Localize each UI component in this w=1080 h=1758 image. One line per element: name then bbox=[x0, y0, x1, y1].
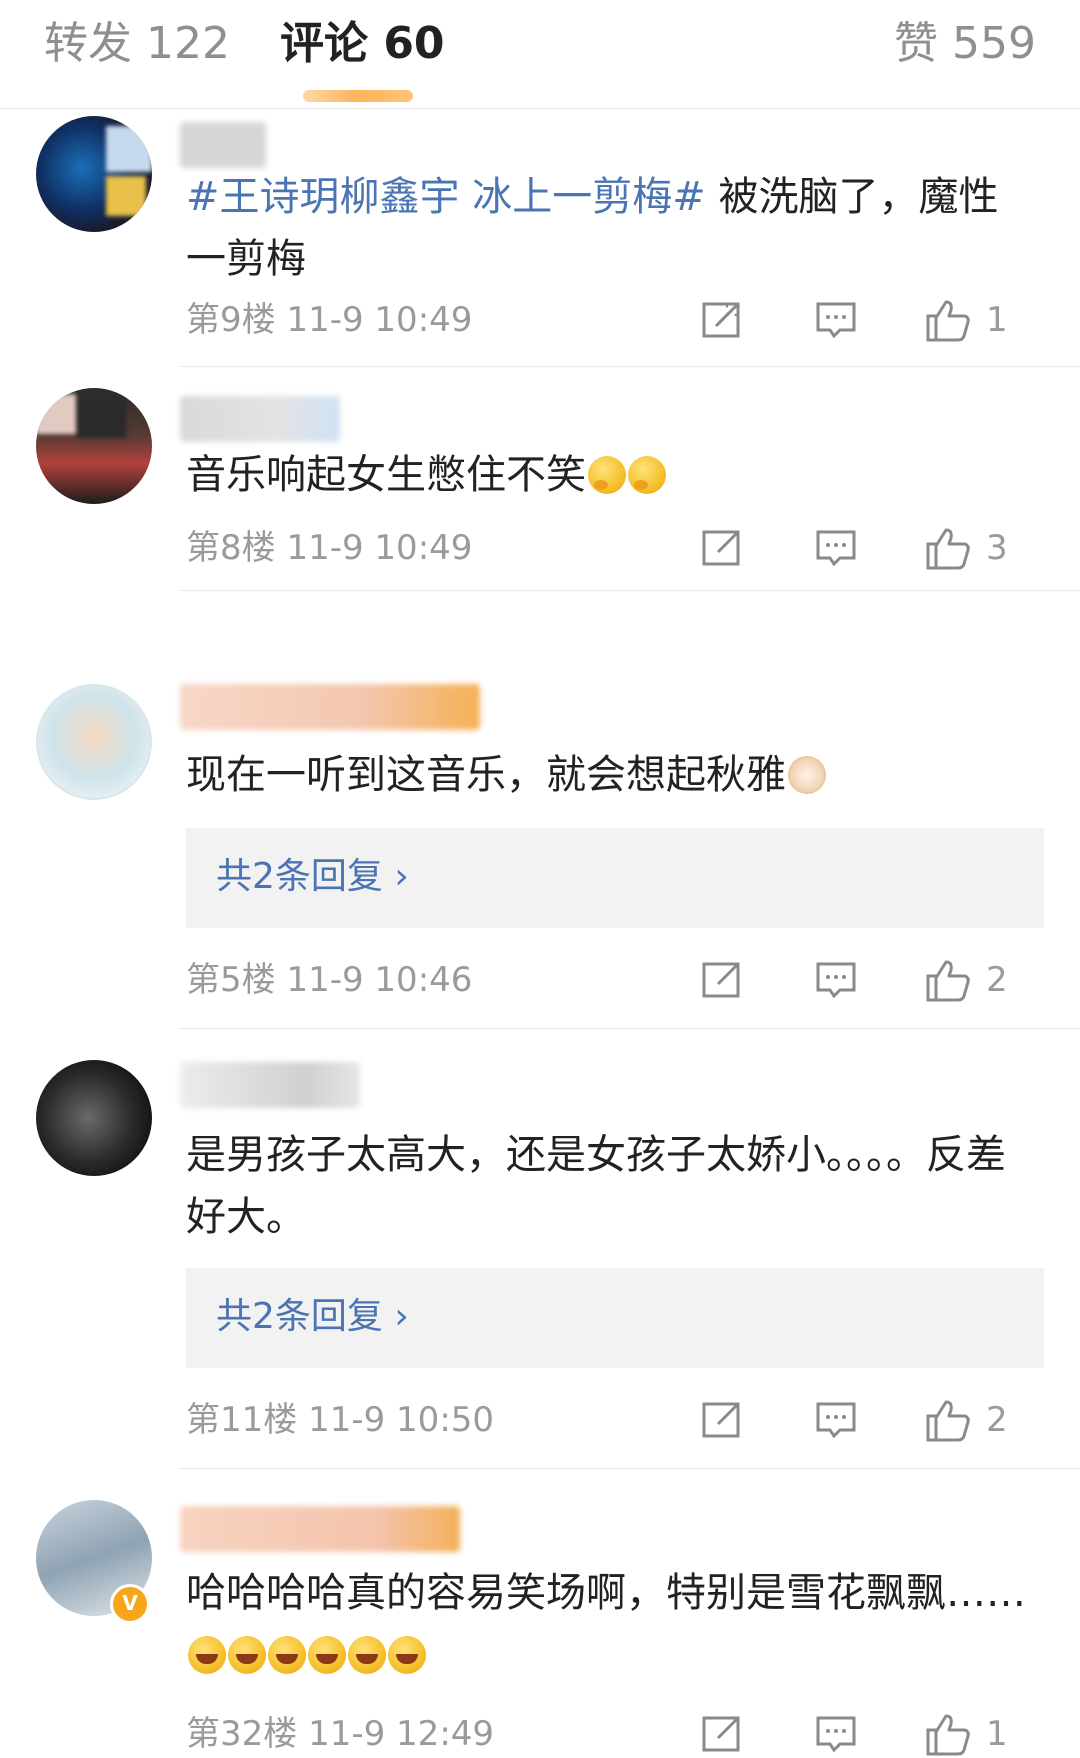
share-icon[interactable] bbox=[700, 296, 744, 344]
like-count: 2 bbox=[986, 960, 1008, 1000]
divider bbox=[178, 590, 1080, 591]
divider bbox=[178, 1468, 1080, 1469]
comment-icon[interactable] bbox=[814, 296, 858, 344]
cat-emoji-icon bbox=[788, 756, 826, 794]
comment-actions: 2 bbox=[700, 1396, 1040, 1444]
comment-time: 11-9 10:49 bbox=[286, 300, 473, 340]
username-blurred[interactable] bbox=[180, 396, 340, 442]
divider bbox=[178, 1028, 1080, 1029]
share-icon[interactable] bbox=[700, 1396, 744, 1444]
username-blurred[interactable] bbox=[180, 122, 266, 168]
avatar[interactable] bbox=[36, 388, 152, 504]
username-blurred[interactable] bbox=[180, 1506, 460, 1552]
comment-meta: 第9楼 11-9 10:49 bbox=[186, 298, 472, 342]
comment-time: 11-9 10:50 bbox=[308, 1400, 495, 1440]
topic-link[interactable]: #王诗玥柳鑫宇 冰上一剪梅# bbox=[186, 174, 706, 220]
comment-time: 11-9 10:49 bbox=[286, 528, 473, 568]
username-blurred[interactable] bbox=[180, 1062, 360, 1108]
view-replies-label: 共2条回复 › bbox=[216, 1296, 409, 1337]
comment-actions: 1 bbox=[700, 296, 1040, 344]
comment-icon[interactable] bbox=[814, 1710, 858, 1758]
share-icon[interactable] bbox=[700, 524, 744, 572]
floor-number: 第32楼 bbox=[186, 1714, 298, 1754]
floor-number: 第5楼 bbox=[186, 960, 276, 1000]
laughing-emoji-icon bbox=[188, 1636, 226, 1674]
tab-repost[interactable]: 转发 122 bbox=[44, 16, 230, 72]
laughing-emoji-icon bbox=[348, 1636, 386, 1674]
view-replies-label: 共2条回复 › bbox=[216, 856, 409, 897]
comment-meta: 第5楼 11-9 10:46 bbox=[186, 958, 472, 1002]
like-count: 2 bbox=[986, 1400, 1008, 1440]
avatar[interactable] bbox=[36, 1060, 152, 1176]
comment-icon[interactable] bbox=[814, 1396, 858, 1444]
verified-badge-icon: V bbox=[110, 1584, 150, 1624]
comment-time: 11-9 10:46 bbox=[286, 960, 473, 1000]
comment-tabs: 转发 122 评论 60 赞 559 bbox=[0, 0, 1080, 109]
laughing-emoji-icon bbox=[268, 1636, 306, 1674]
comment-item: 是男孩子太高大，还是女孩子太娇小。。。。反差好大。 共2条回复 › 第11楼 1… bbox=[0, 1030, 1080, 1470]
comment-item: 现在一听到这音乐，就会想起秋雅 共2条回复 › 第5楼 11-9 10:46 2 bbox=[0, 592, 1080, 1030]
comment-text: 现在一听到这音乐，就会想起秋雅 bbox=[186, 744, 1030, 806]
divider bbox=[178, 366, 1080, 367]
comment-meta: 第8楼 11-9 10:49 bbox=[186, 526, 472, 570]
floor-number: 第8楼 bbox=[186, 528, 276, 568]
tab-comments[interactable]: 评论 60 bbox=[280, 16, 445, 72]
username-blurred[interactable] bbox=[180, 684, 480, 730]
comment-item: #王诗玥柳鑫宇 冰上一剪梅# 被洗脑了，魔性一剪梅 第9楼 11-9 10:49… bbox=[0, 108, 1080, 368]
thumbs-up-icon[interactable] bbox=[924, 296, 972, 344]
view-replies-button[interactable]: 共2条回复 › bbox=[186, 1268, 1044, 1368]
laughing-emoji-icon bbox=[388, 1636, 426, 1674]
thinking-emoji-icon bbox=[588, 456, 626, 494]
comment-meta: 第11楼 11-9 10:50 bbox=[186, 1398, 494, 1442]
comment-actions: 1 bbox=[700, 1710, 1040, 1758]
comment-actions: 3 bbox=[700, 524, 1040, 572]
comment-item: 音乐响起女生憋住不笑 第8楼 11-9 10:49 3 bbox=[0, 368, 1080, 592]
comment-icon[interactable] bbox=[814, 956, 858, 1004]
thinking-emoji-icon bbox=[628, 456, 666, 494]
comment-time: 11-9 12:49 bbox=[308, 1714, 495, 1754]
laughing-emoji-icon bbox=[228, 1636, 266, 1674]
comment-text: 是男孩子太高大，还是女孩子太娇小。。。。反差好大。 bbox=[186, 1132, 1006, 1240]
avatar[interactable] bbox=[36, 116, 152, 232]
thumbs-up-icon[interactable] bbox=[924, 524, 972, 572]
laughing-emoji-icon bbox=[308, 1636, 346, 1674]
thumbs-up-icon[interactable] bbox=[924, 1396, 972, 1444]
thumbs-up-icon[interactable] bbox=[924, 956, 972, 1004]
comment-item: V 哈哈哈哈真的容易笑场啊，特别是雪花飘飘…… 第32楼 11-9 12:49 … bbox=[0, 1470, 1080, 1756]
tab-likes[interactable]: 赞 559 bbox=[894, 16, 1036, 72]
floor-number: 第11楼 bbox=[186, 1400, 298, 1440]
avatar[interactable] bbox=[36, 684, 152, 800]
share-icon[interactable] bbox=[700, 956, 744, 1004]
view-replies-button[interactable]: 共2条回复 › bbox=[186, 828, 1044, 928]
comment-actions: 2 bbox=[700, 956, 1040, 1004]
comment-icon[interactable] bbox=[814, 524, 858, 572]
floor-number: 第9楼 bbox=[186, 300, 276, 340]
share-icon[interactable] bbox=[700, 1710, 744, 1758]
comment-text: #王诗玥柳鑫宇 冰上一剪梅# 被洗脑了，魔性一剪梅 bbox=[186, 174, 999, 282]
like-count: 3 bbox=[986, 528, 1008, 568]
comment-text: 哈哈哈哈真的容易笑场啊，特别是雪花飘飘…… bbox=[186, 1562, 1030, 1686]
like-count: 1 bbox=[986, 1714, 1008, 1754]
like-count: 1 bbox=[986, 300, 1008, 340]
thumbs-up-icon[interactable] bbox=[924, 1710, 972, 1758]
comment-text: 音乐响起女生憋住不笑 bbox=[186, 444, 1030, 506]
comment-meta: 第32楼 11-9 12:49 bbox=[186, 1712, 494, 1756]
active-tab-indicator bbox=[303, 90, 413, 102]
